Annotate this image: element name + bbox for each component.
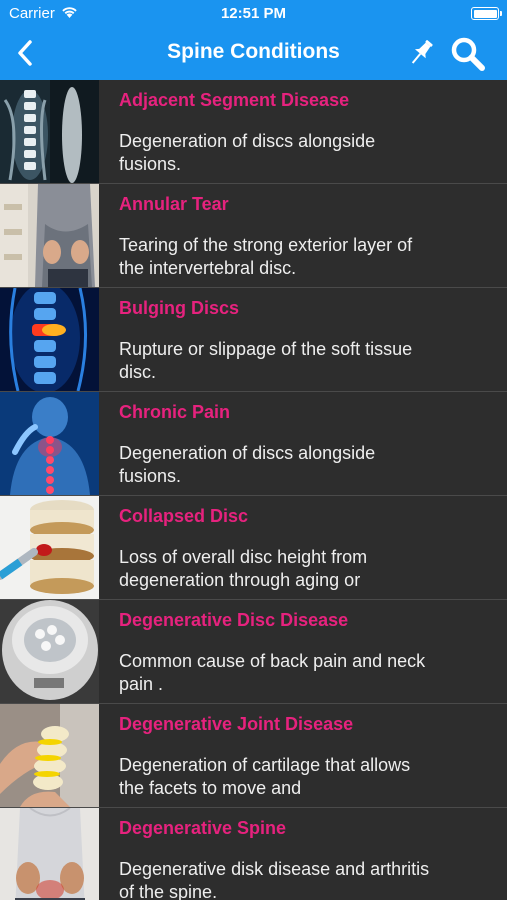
spine-model-thumbnail <box>0 704 99 807</box>
list-item-degenerative-joint-disease[interactable]: Degenerative Joint Disease Degeneration … <box>0 704 507 808</box>
search-button[interactable] <box>449 35 487 73</box>
condition-title: Chronic Pain <box>119 402 231 422</box>
list-item-degenerative-spine[interactable]: Degenerative Spine Degenerative disk dis… <box>0 808 507 900</box>
list-item-chronic-pain[interactable]: Chronic Pain Degeneration of discs along… <box>0 392 507 496</box>
conditions-list[interactable]: Adjacent Segment Disease Degeneration of… <box>0 80 507 900</box>
condition-title: Annular Tear <box>119 194 229 214</box>
condition-description: Tearing of the strong exterior layer of … <box>119 235 413 278</box>
list-item-annular-tear[interactable]: Annular Tear Tearing of the strong exter… <box>0 184 507 288</box>
condition-title: Degenerative Spine <box>119 818 287 838</box>
neck-pain-thumbnail <box>0 392 99 495</box>
pin-button[interactable] <box>405 36 437 70</box>
condition-description: Common cause of back pain and neck pain … <box>119 651 426 694</box>
disc-top-thumbnail <box>0 600 99 703</box>
condition-description: Degeneration of cartilage that allows th… <box>119 755 411 798</box>
navigation-bar: Spine Conditions <box>0 28 507 80</box>
disc-model-thumbnail <box>0 496 99 599</box>
back-photo-thumbnail <box>0 184 99 287</box>
blue-spine-thumbnail <box>0 288 99 391</box>
condition-title: Adjacent Segment Disease <box>119 90 350 110</box>
condition-description: Rupture or slippage of the soft tissue d… <box>119 339 413 382</box>
search-icon <box>451 37 485 71</box>
xray-thumbnail <box>0 80 99 183</box>
list-item-adjacent-segment-disease[interactable]: Adjacent Segment Disease Degeneration of… <box>0 80 507 184</box>
status-time: 12:51 PM <box>220 5 287 22</box>
condition-title: Bulging Discs <box>119 298 240 318</box>
condition-description: Degeneration of discs alongside fusions. <box>119 443 376 486</box>
battery-icon <box>471 7 502 20</box>
list-item-bulging-discs[interactable]: Bulging Discs Rupture or slippage of the… <box>0 288 507 392</box>
list-item-degenerative-disc-disease[interactable]: Degenerative Disc Disease Common cause o… <box>0 600 507 704</box>
header: Carrier 12:51 PM Spine Conditions <box>0 0 507 80</box>
condition-description: Loss of overall disc height from degener… <box>119 547 368 590</box>
lower-back-thumbnail <box>0 808 99 900</box>
list-item-collapsed-disc[interactable]: Collapsed Disc Loss of overall disc heig… <box>0 496 507 600</box>
condition-description: Degenerative disk disease and arthritis … <box>119 859 430 900</box>
pin-icon <box>411 40 433 64</box>
condition-title: Collapsed Disc <box>119 506 249 526</box>
status-bar: Carrier 12:51 PM <box>0 0 507 28</box>
condition-title: Degenerative Joint Disease <box>119 714 354 734</box>
condition-title: Degenerative Disc Disease <box>119 610 349 630</box>
condition-description: Degeneration of discs alongside fusions. <box>119 131 376 174</box>
